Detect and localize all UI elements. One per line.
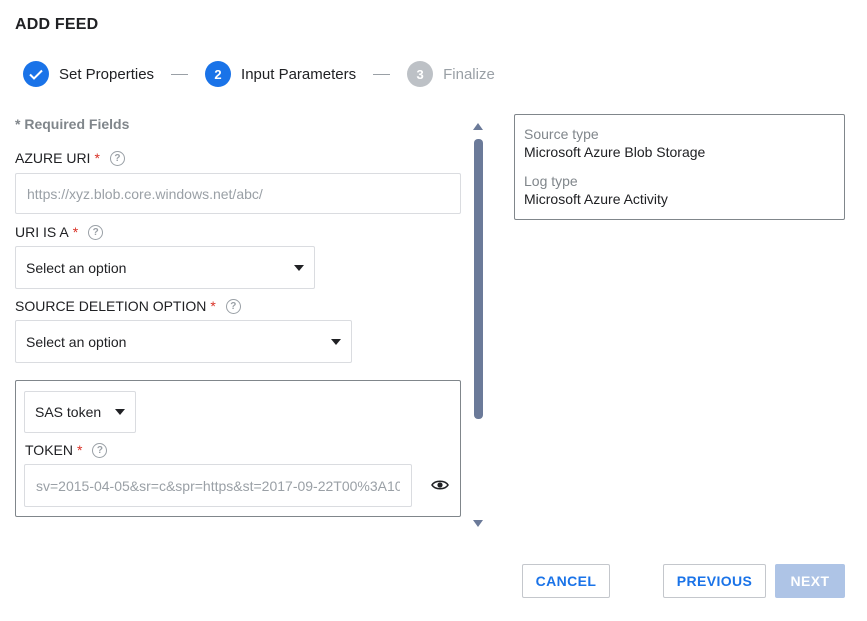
required-mark: *: [72, 224, 79, 240]
previous-button[interactable]: PREVIOUS: [663, 564, 766, 598]
caret-down-icon: [331, 338, 341, 345]
cancel-button[interactable]: CANCEL: [522, 564, 610, 598]
token-label: TOKEN * ?: [25, 442, 108, 458]
field-label-text: TOKEN: [25, 442, 73, 458]
scrollbar-thumb[interactable]: [474, 139, 483, 419]
field-label-text: AZURE URI: [15, 150, 91, 166]
select-value: Select an option: [26, 259, 127, 276]
step-separator: [373, 73, 391, 75]
help-icon[interactable]: ?: [92, 442, 108, 458]
field-label-text: URI IS A: [15, 224, 69, 240]
eye-icon[interactable]: [431, 478, 449, 492]
step-set-properties: Set Properties: [23, 61, 154, 87]
log-type-label: Log type: [524, 173, 578, 189]
select-value: SAS token: [35, 404, 102, 420]
help-icon[interactable]: ?: [88, 224, 104, 240]
azure-uri-label: AZURE URI * ?: [15, 150, 125, 166]
step-label: Finalize: [443, 65, 495, 83]
required-fields-note: * Required Fields: [15, 116, 130, 132]
token-input[interactable]: [24, 464, 412, 507]
check-icon: [23, 61, 49, 87]
step-input-parameters: 2 Input Parameters: [205, 61, 356, 87]
page-title: ADD FEED: [15, 16, 99, 33]
caret-down-icon: [115, 409, 125, 415]
field-label-text: SOURCE DELETION OPTION: [15, 298, 207, 314]
step-finalize: 3 Finalize: [407, 61, 495, 87]
scroll-up-arrow-icon[interactable]: [473, 123, 483, 130]
caret-down-icon: [294, 264, 304, 271]
stepper: Set Properties 2 Input Parameters 3 Fina…: [23, 61, 495, 87]
log-type-value: Microsoft Azure Activity: [524, 191, 668, 207]
azure-uri-input[interactable]: [15, 173, 461, 214]
select-value: Select an option: [26, 333, 127, 350]
step-separator: [171, 73, 189, 75]
feed-info-card: Source type Microsoft Azure Blob Storage…: [514, 114, 845, 220]
source-type-label: Source type: [524, 126, 599, 142]
help-icon[interactable]: ?: [109, 150, 125, 166]
uri-is-a-select[interactable]: Select an option: [15, 246, 315, 289]
step-label: Input Parameters: [241, 65, 357, 83]
uri-is-a-label: URI IS A * ?: [15, 224, 104, 240]
auth-method-select[interactable]: SAS token: [24, 391, 136, 433]
step-number: 2: [205, 61, 232, 87]
help-icon[interactable]: ?: [225, 298, 241, 314]
required-mark: *: [94, 150, 100, 166]
step-label: Set Properties: [59, 65, 155, 83]
step-number: 3: [407, 61, 434, 87]
required-mark: *: [210, 298, 216, 314]
source-deletion-label: SOURCE DELETION OPTION * ?: [15, 298, 241, 314]
source-deletion-select[interactable]: Select an option: [15, 320, 352, 363]
source-type-value: Microsoft Azure Blob Storage: [524, 144, 706, 160]
required-mark: *: [76, 442, 83, 458]
scroll-down-arrow-icon[interactable]: [473, 520, 483, 527]
next-button[interactable]: NEXT: [775, 564, 845, 598]
